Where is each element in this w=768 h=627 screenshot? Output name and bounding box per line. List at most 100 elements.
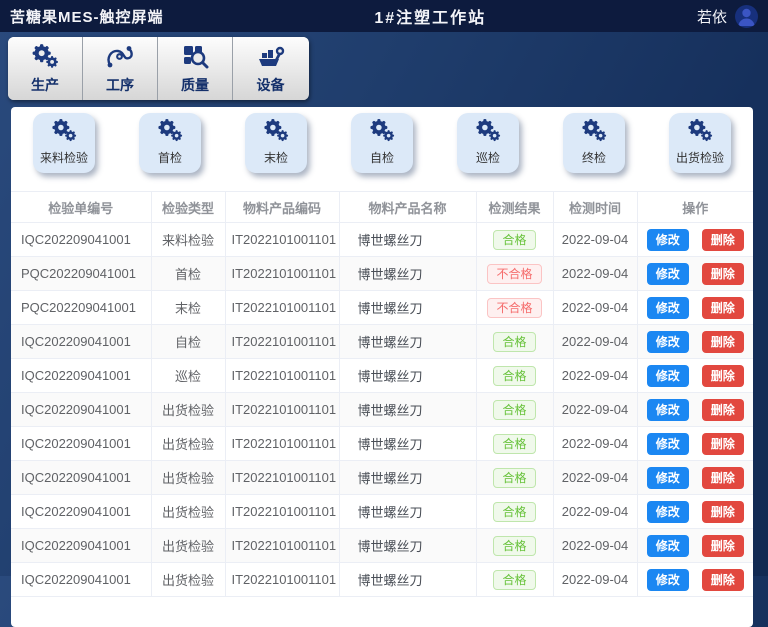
- edit-button[interactable]: 修改: [647, 433, 689, 455]
- date-cell: 2022-09-04: [553, 529, 637, 563]
- inspection-id-cell: IQC202209041001: [11, 495, 151, 529]
- table-row: IQC202209041001出货检验IT2022101001101博世螺丝刀合…: [11, 563, 753, 597]
- edit-button[interactable]: 修改: [647, 535, 689, 557]
- delete-button[interactable]: 删除: [702, 263, 744, 285]
- cogs-icon: [156, 118, 184, 143]
- material-name-cell: 博世螺丝刀: [339, 325, 476, 359]
- result-cell: 合格: [476, 359, 553, 393]
- column-header: 操作: [637, 192, 753, 223]
- delete-button[interactable]: 删除: [702, 501, 744, 523]
- cogs-icon: [686, 118, 714, 143]
- edit-button[interactable]: 修改: [647, 467, 689, 489]
- material-code-cell: IT2022101001101: [225, 529, 339, 563]
- edit-button[interactable]: 修改: [647, 569, 689, 591]
- table-row: IQC202209041001巡检IT2022101001101博世螺丝刀合格2…: [11, 359, 753, 393]
- qc-button-6[interactable]: 终检: [563, 113, 625, 173]
- qc-button-5[interactable]: 巡检: [457, 113, 519, 173]
- edit-button[interactable]: 修改: [647, 365, 689, 387]
- qc-button-3[interactable]: 末检: [245, 113, 307, 173]
- actions-cell: 修改删除: [637, 461, 753, 495]
- cogs-icon: [30, 43, 60, 70]
- cogs-icon: [368, 113, 396, 149]
- material-name-cell: 博世螺丝刀: [339, 393, 476, 427]
- tab-label: 质量: [181, 75, 209, 95]
- edit-button[interactable]: 修改: [647, 399, 689, 421]
- result-badge: 合格: [493, 468, 535, 488]
- result-badge: 合格: [493, 536, 535, 556]
- table-row: IQC202209041001出货检验IT2022101001101博世螺丝刀合…: [11, 427, 753, 461]
- cogs-icon: [368, 118, 396, 143]
- avatar[interactable]: [735, 5, 758, 28]
- qc-button-row: 来料检验首检末检自检 巡检终检出货检验: [11, 107, 753, 179]
- actions-cell: 修改删除: [637, 257, 753, 291]
- delete-button[interactable]: 删除: [702, 365, 744, 387]
- date-cell: 2022-09-04: [553, 495, 637, 529]
- edit-button[interactable]: 修改: [647, 501, 689, 523]
- inspection-id-cell: IQC202209041001: [11, 427, 151, 461]
- material-code-cell: IT2022101001101: [225, 291, 339, 325]
- delete-button[interactable]: 删除: [702, 433, 744, 455]
- date-cell: 2022-09-04: [553, 257, 637, 291]
- material-code-cell: IT2022101001101: [225, 393, 339, 427]
- delete-button[interactable]: 删除: [702, 399, 744, 421]
- inspection-type-cell: 末检: [151, 291, 225, 325]
- qc-button-2[interactable]: 首检: [139, 113, 201, 173]
- material-name-cell: 博世螺丝刀: [339, 291, 476, 325]
- edit-button[interactable]: 修改: [647, 331, 689, 353]
- edit-button[interactable]: 修改: [647, 263, 689, 285]
- date-cell: 2022-09-04: [553, 291, 637, 325]
- cogs-icon: [262, 118, 290, 143]
- delete-button[interactable]: 删除: [702, 331, 744, 353]
- result-cell: 合格: [476, 529, 553, 563]
- inspection-type-cell: 出货检验: [151, 461, 225, 495]
- inspection-id-cell: PQC202209041001: [11, 291, 151, 325]
- table-body: IQC202209041001来料检验IT2022101001101博世螺丝刀合…: [11, 223, 753, 597]
- inspection-type-cell: 首检: [151, 257, 225, 291]
- inspection-id-cell: IQC202209041001: [11, 563, 151, 597]
- material-name-cell: 博世螺丝刀: [339, 223, 476, 257]
- delete-button[interactable]: 删除: [702, 297, 744, 319]
- table-row: PQC202209041001首检IT2022101001101博世螺丝刀不合格…: [11, 257, 753, 291]
- result-badge: 合格: [493, 366, 535, 386]
- inspection-table: 检验单编号检验类型物料产品编码物料产品名称检测结果检测时间操作 IQC20220…: [11, 191, 753, 597]
- material-code-cell: IT2022101001101: [225, 495, 339, 529]
- qc-button-7[interactable]: 出货检验: [669, 113, 731, 173]
- material-name-cell: 博世螺丝刀: [339, 427, 476, 461]
- delete-button[interactable]: 删除: [702, 569, 744, 591]
- inspection-type-cell: 来料检验: [151, 223, 225, 257]
- equipment-icon: [256, 43, 286, 70]
- table-row: IQC202209041001来料检验IT2022101001101博世螺丝刀合…: [11, 223, 753, 257]
- qc-button-4[interactable]: 自检: [351, 113, 413, 173]
- result-cell: 合格: [476, 325, 553, 359]
- top-navbar: 苦糖果MES-触控屏端 1#注塑工作站 若依: [0, 0, 768, 32]
- inspection-type-cell: 出货检验: [151, 529, 225, 563]
- material-name-cell: 博世螺丝刀: [339, 359, 476, 393]
- column-header: 物料产品编码: [225, 192, 339, 223]
- qc-button-label: 自检: [370, 149, 394, 166]
- result-badge: 合格: [493, 230, 535, 250]
- edit-button[interactable]: 修改: [647, 229, 689, 251]
- qc-button-1[interactable]: 来料检验: [33, 113, 95, 173]
- result-cell: 合格: [476, 461, 553, 495]
- tab-cogs[interactable]: 生产: [8, 37, 83, 100]
- delete-button[interactable]: 删除: [702, 229, 744, 251]
- column-header: 检测结果: [476, 192, 553, 223]
- material-code-cell: IT2022101001101: [225, 223, 339, 257]
- delete-button[interactable]: 删除: [702, 535, 744, 557]
- tab-equipment[interactable]: 设备: [233, 37, 308, 100]
- user-area[interactable]: 若依: [697, 5, 758, 28]
- tab-route[interactable]: 工序: [83, 37, 158, 100]
- tab-quality-search[interactable]: 质量: [158, 37, 233, 100]
- cogs-icon: [50, 118, 78, 143]
- module-tabbar: 生产工序质量 设备: [8, 37, 309, 100]
- cogs-icon: [156, 113, 184, 149]
- cogs-icon: [30, 43, 60, 71]
- result-cell: 合格: [476, 495, 553, 529]
- tab-label: 设备: [257, 75, 285, 95]
- material-code-cell: IT2022101001101: [225, 257, 339, 291]
- result-badge: 不合格: [487, 298, 541, 318]
- edit-button[interactable]: 修改: [647, 297, 689, 319]
- result-cell: 合格: [476, 563, 553, 597]
- actions-cell: 修改删除: [637, 223, 753, 257]
- delete-button[interactable]: 删除: [702, 467, 744, 489]
